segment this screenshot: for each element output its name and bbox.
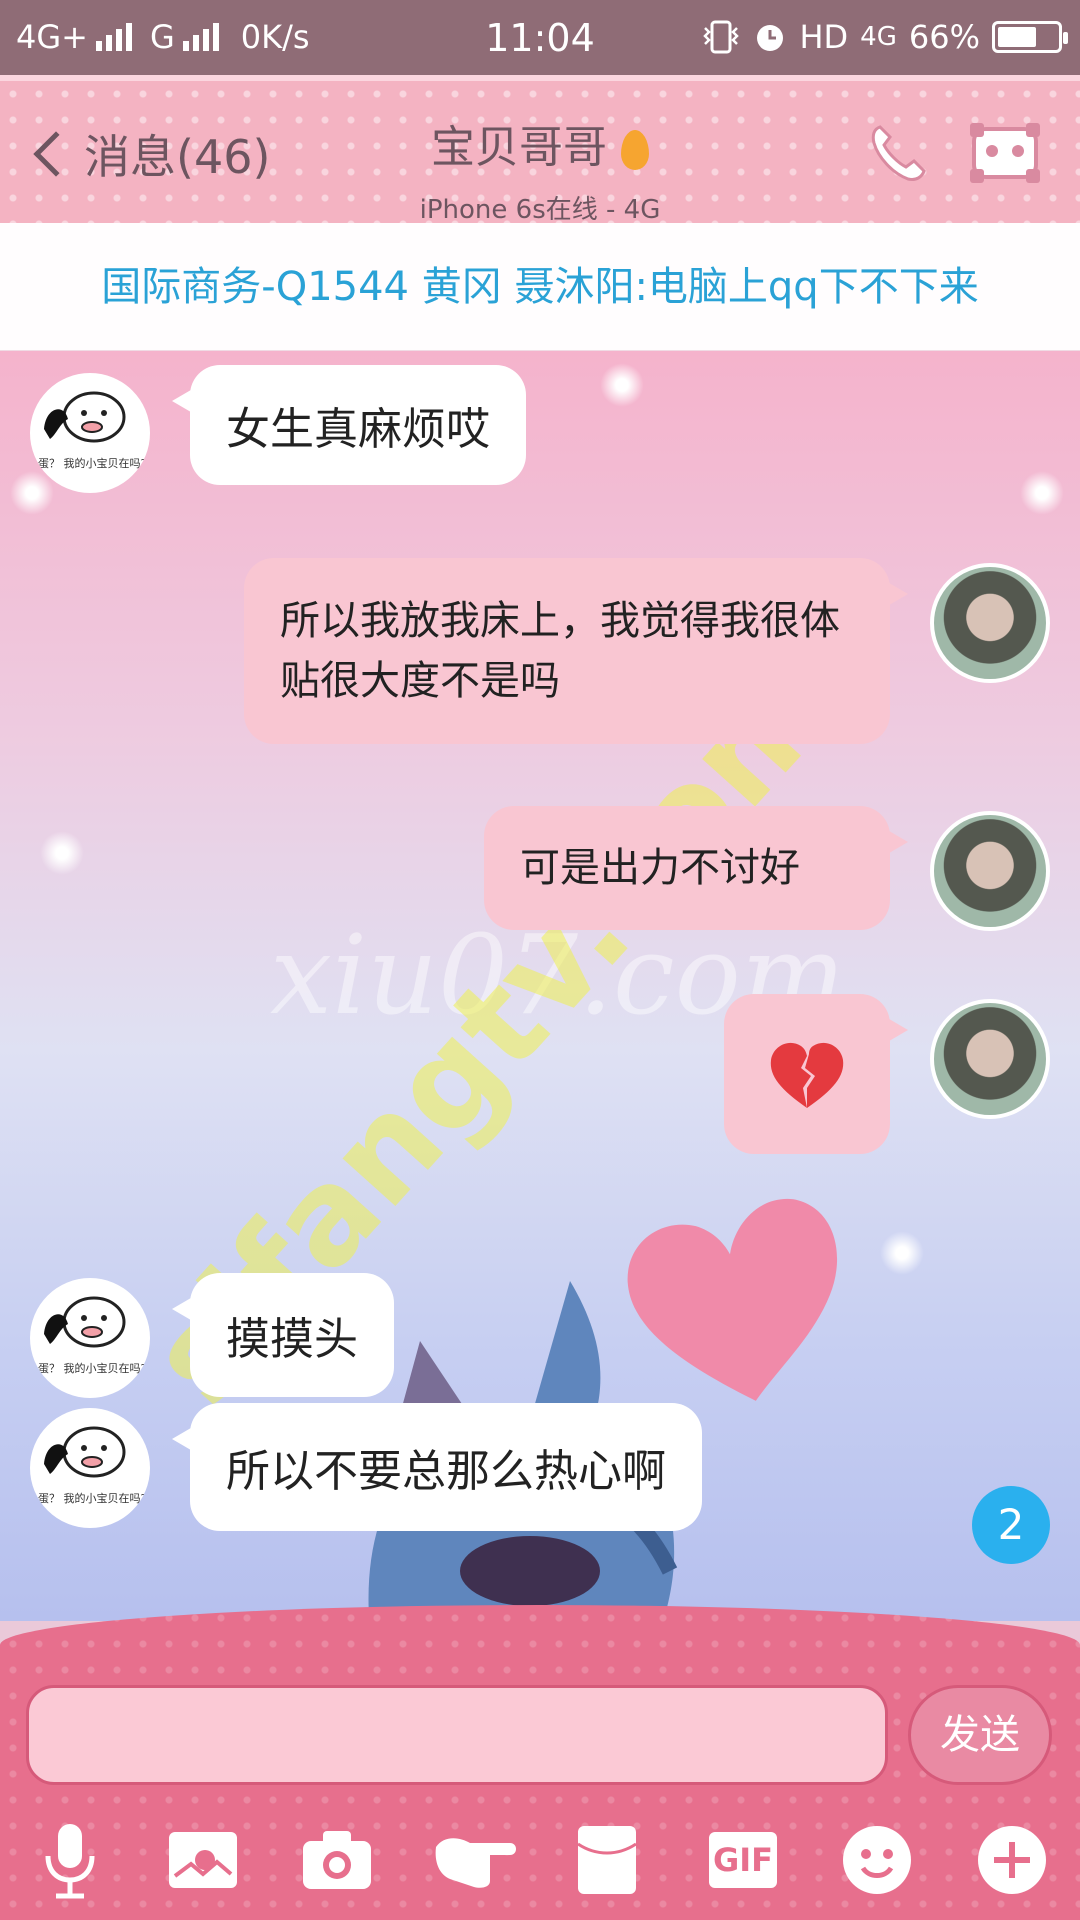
cartoon-avatar-icon [44,1296,126,1348]
chevron-left-icon [33,131,79,177]
unread-messages-badge[interactable]: 2 [972,1486,1050,1564]
avatar-caption: 蛋？ 我的小宝贝在吗? [38,457,147,470]
plus-icon[interactable] [972,1820,1052,1900]
back-label: 消息(46) [84,130,271,184]
message-bubble[interactable]: 女生真麻烦哎 [172,365,526,485]
message-text: 可是出力不讨好 [520,845,800,891]
cartoon-avatar-icon [44,391,126,443]
message-bubble[interactable]: 所以不要总那么热心啊 [172,1403,702,1531]
cartoon-avatar-icon [44,1426,126,1478]
contact-avatar[interactable]: 蛋？ 我的小宝贝在吗? [30,373,150,493]
message-text: 所以我放我床上，我觉得我很体贴很大度不是吗 [280,598,840,704]
contact-avatar[interactable]: 蛋？ 我的小宝贝在吗? [30,1278,150,1398]
message-text: 摸摸头 [226,1314,358,1365]
sparkle-decoration [600,363,644,407]
sparkle-decoration [10,471,54,515]
vibrate-icon [703,20,740,54]
message-bubble[interactable]: 可是出力不讨好 [484,806,908,930]
message-bubble[interactable]: 摸摸头 [172,1273,394,1397]
avatar-caption: 蛋？ 我的小宝贝在吗? [38,1492,147,1505]
broken-heart-emoji-icon [770,1042,844,1108]
message-bubble[interactable]: 所以我放我床上，我觉得我很体贴很大度不是吗 [244,558,908,744]
microphone-icon[interactable] [30,1820,110,1900]
my-avatar[interactable] [930,563,1050,683]
contact-avatar[interactable]: 蛋？ 我的小宝贝在吗? [30,1408,150,1528]
message-input[interactable] [26,1685,888,1785]
message-text: 女生真麻烦哎 [226,404,490,455]
phone-icon[interactable] [866,121,930,185]
online-status: iPhone 6s在线 - 4G [419,195,661,225]
chat-header: 消息(46) 宝贝哥哥 iPhone 6s在线 - 4G [0,75,1080,226]
gif-label: GIF [712,1841,774,1879]
my-avatar[interactable] [930,811,1050,931]
send-button[interactable]: 发送 [908,1685,1052,1785]
status-bar: 4G+ G 0K/s 11:04 HD 4G 66% [0,0,1080,75]
flame-icon [621,130,649,170]
input-toolbar: GIF [0,1820,1080,1910]
avatar-caption: 蛋？ 我的小宝贝在吗? [38,1362,147,1375]
gif-icon[interactable]: GIF [703,1820,783,1900]
message-text: 所以不要总那么热心啊 [226,1446,666,1497]
contact-menu-icon[interactable] [968,121,1042,185]
sparkle-decoration [880,1231,924,1275]
contact-name: 宝贝哥哥 [431,122,607,173]
sparkle-decoration [1020,471,1064,515]
image-icon[interactable] [163,1820,243,1900]
battery-fill [998,27,1036,47]
group-notice-banner[interactable]: 国际商务-Q1544 黄冈 聂沐阳:电脑上qq下不下来 [0,223,1080,351]
alarm-icon [757,25,784,51]
network-label-3: 4G [860,22,897,52]
battery-icon [992,21,1068,53]
camera-icon[interactable] [297,1820,377,1900]
contact-title[interactable]: 宝贝哥哥 iPhone 6s在线 - 4G [300,111,780,226]
hd-label: HD [799,18,849,56]
battery-percent: 66% [908,18,980,56]
message-bubble[interactable] [724,994,908,1154]
emoji-icon[interactable] [837,1820,917,1900]
back-button[interactable]: 消息(46) [28,121,270,187]
sparkle-decoration [40,831,84,875]
red-packet-icon[interactable] [567,1820,647,1900]
poke-hand-icon[interactable] [430,1820,520,1900]
status-right: HD 4G 66% [701,18,1068,56]
message-list[interactable]: xiu07.com sifangtv.com 蛋？ 我的小宝贝在吗? 女生真麻烦… [0,351,1080,1621]
my-avatar[interactable] [930,999,1050,1119]
input-panel: 发送 GIF [0,1605,1080,1920]
